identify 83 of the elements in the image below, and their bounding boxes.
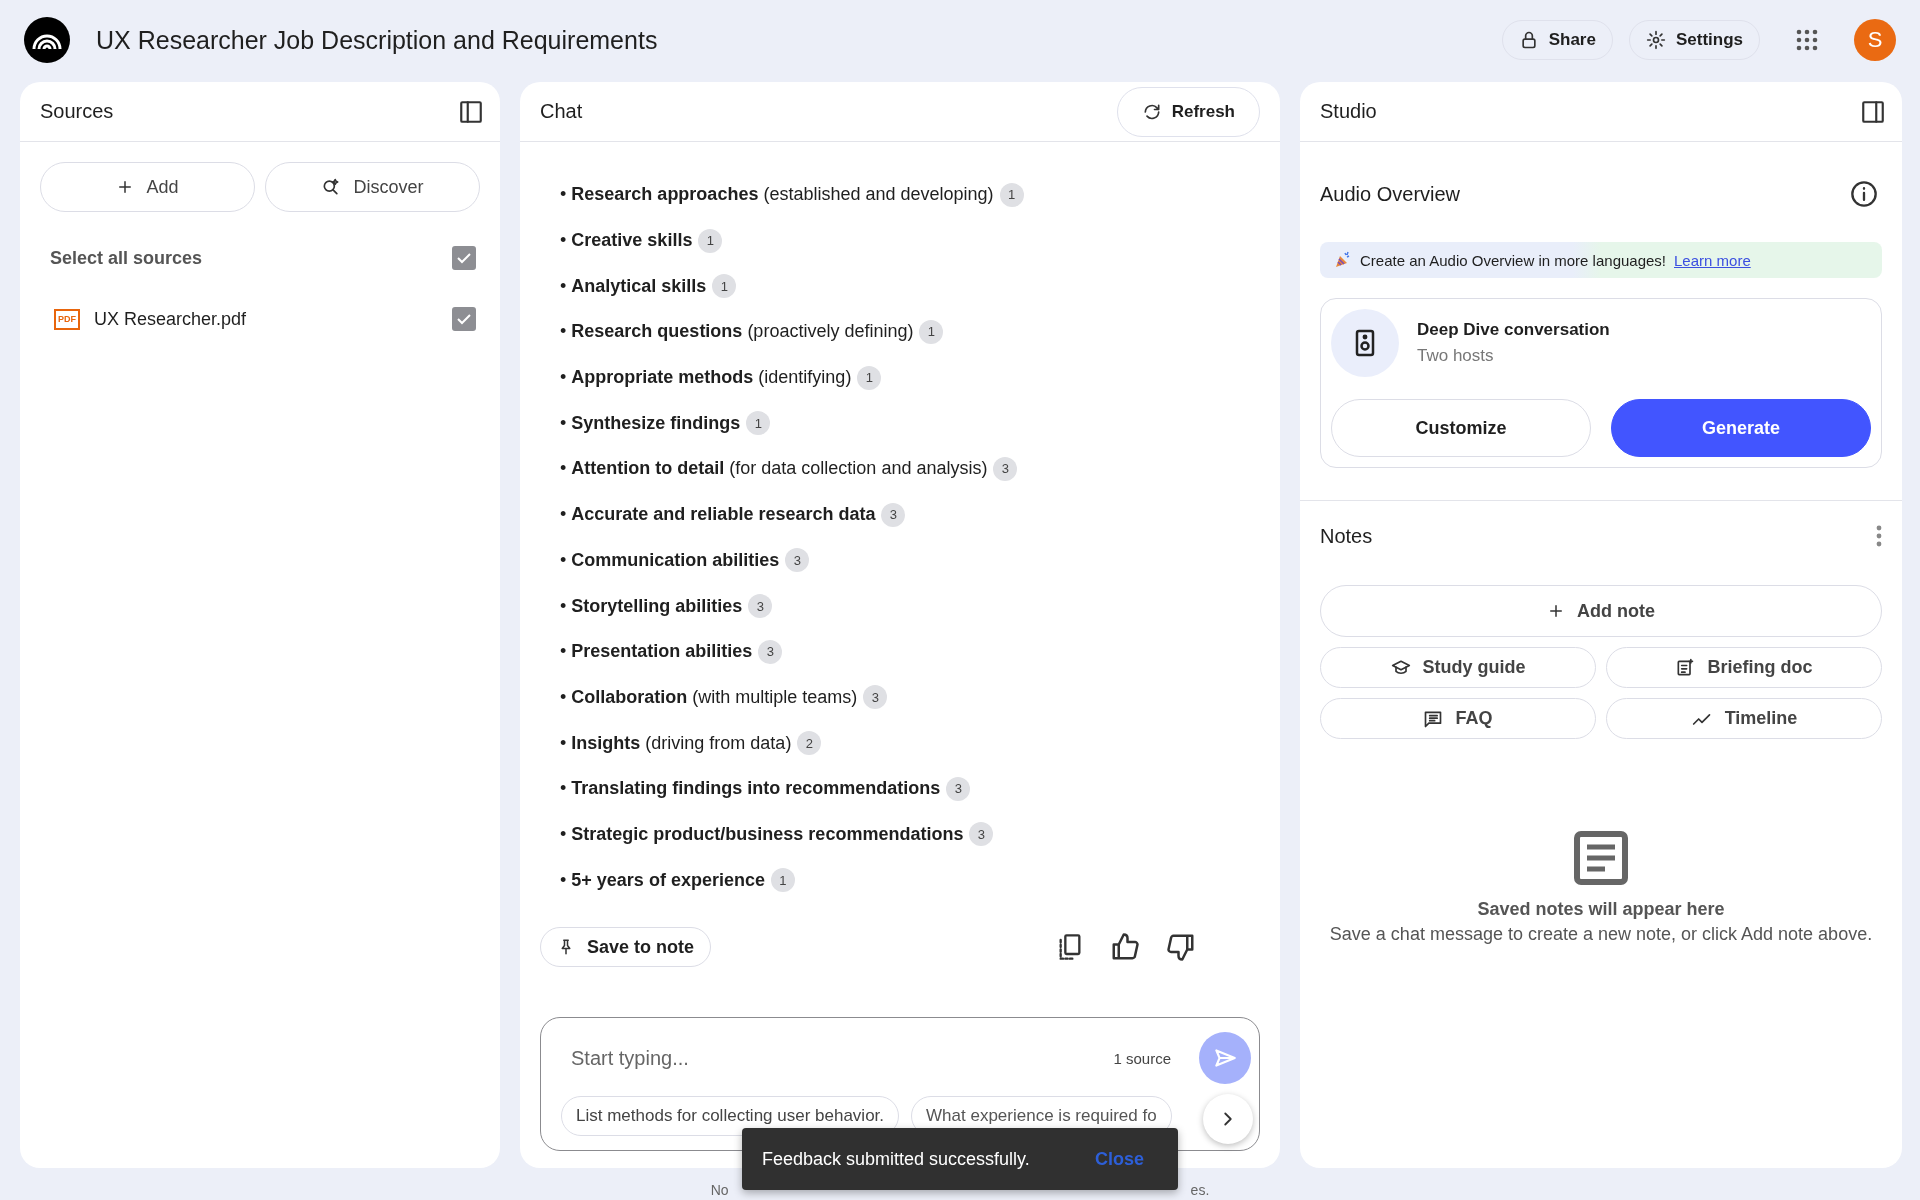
check-icon (456, 311, 472, 327)
citation-badge[interactable]: 1 (919, 319, 944, 344)
add-source-button[interactable]: Add (40, 162, 255, 212)
list-item-text: • Translating findings into recommendations (560, 778, 941, 800)
sidebar-icon (458, 98, 484, 125)
generate-button[interactable]: Generate (1611, 399, 1871, 457)
list-item-text: • Communication abilities (560, 549, 780, 571)
apps-grid-icon[interactable] (1796, 29, 1818, 51)
settings-button[interactable]: Settings (1628, 20, 1760, 60)
list-item-text: • Analytical skills (560, 275, 707, 297)
list-item-text: • Insights (driving from data) (560, 732, 792, 754)
empty-state-title: Saved notes will appear here (1477, 899, 1725, 920)
notebook-title: UX Researcher Job Description and Requirements (96, 25, 659, 55)
thumbs-up-icon (1110, 932, 1140, 962)
save-to-note-button[interactable]: Save to note (540, 927, 712, 967)
citation-badge[interactable]: 1 (857, 365, 882, 390)
list-item-text: • Research approaches (established and developing) (560, 184, 994, 206)
list-item-text: • Presentation abilities (560, 641, 753, 663)
learn-more-link[interactable]: Learn more (1674, 251, 1751, 269)
citation-badge[interactable]: 1 (712, 274, 737, 299)
source-name: UX Researcher.pdf (94, 308, 247, 330)
citation-badge[interactable]: 3 (785, 548, 810, 573)
source-item[interactable]: PDF UX Researcher.pdf (20, 294, 500, 344)
citation-badge[interactable]: 3 (863, 685, 888, 710)
section-title: Audio Overview (1320, 182, 1461, 206)
empty-state-text: Save a chat message to create a new note, or click Add note above. (1329, 924, 1873, 945)
citation-badge[interactable]: 2 (797, 731, 822, 756)
list-item-text: • Collaboration (with multiple teams) (560, 686, 858, 708)
citation-badge[interactable]: 3 (946, 776, 971, 801)
list-item-text: • Storytelling abilities (560, 595, 743, 617)
pdf-icon: PDF (54, 308, 80, 330)
note-icon (1574, 831, 1628, 885)
panel-title: Studio (1320, 100, 1377, 123)
share-button[interactable]: Share (1501, 20, 1613, 60)
suggestion-chip[interactable]: List methods for collecting user behavior. (561, 1096, 900, 1136)
select-all-checkbox[interactable] (452, 246, 476, 270)
citation-badge[interactable]: 3 (748, 594, 773, 619)
source-count: 1 source (1113, 1049, 1171, 1067)
note-type-button[interactable]: Timeline (1606, 698, 1882, 739)
citation-badge[interactable]: 3 (993, 456, 1018, 481)
refresh-button[interactable]: Refresh (1116, 86, 1260, 137)
note-type-button[interactable]: Briefing doc (1606, 647, 1882, 688)
discover-button[interactable]: Discover (265, 162, 480, 212)
list-item-text: • Attention to detail (for data collection and analysis) (560, 458, 988, 480)
disclaimer-text: No (710, 1182, 729, 1198)
info-icon (1850, 180, 1878, 208)
citation-badge[interactable]: 1 (999, 182, 1024, 207)
more-vertical-icon (1876, 525, 1882, 547)
panel-title: Chat (540, 100, 583, 123)
list-item-text: • Creative skills (560, 230, 693, 252)
add-note-button[interactable]: Add note (1320, 585, 1882, 637)
app-logo[interactable] (24, 17, 70, 63)
banner-text: Create an Audio Overview in more languages! (1360, 251, 1666, 269)
document-sparkle-icon (1675, 657, 1696, 678)
settings-icon (1645, 30, 1666, 50)
list-item-text: • Research questions (proactively defining) (560, 321, 914, 343)
note-type-button[interactable]: FAQ (1320, 698, 1596, 739)
list-item-text: • Synthesize findings (560, 412, 741, 434)
panel-title: Sources (40, 100, 114, 123)
toast-message: Feedback submitted successfully. (762, 1148, 1030, 1170)
list-item-text: • Accurate and reliable research data (560, 504, 876, 526)
citation-badge[interactable]: 3 (758, 639, 783, 664)
note-type-button[interactable]: Study guide (1320, 647, 1596, 688)
citation-badge[interactable]: 3 (969, 822, 994, 847)
card-title: Deep Dive conversation (1417, 320, 1610, 340)
plus-icon (1547, 602, 1565, 620)
disclaimer-text: es. (1190, 1182, 1210, 1198)
list-item-text: • 5+ years of experience (560, 869, 765, 891)
citation-badge[interactable]: 3 (881, 502, 906, 527)
check-icon (456, 250, 472, 266)
citation-badge[interactable]: 1 (770, 868, 795, 893)
sidebar-icon (1860, 98, 1886, 125)
select-all-label: Select all sources (50, 247, 203, 269)
source-checkbox[interactable] (452, 307, 476, 331)
party-popper-icon (1334, 251, 1352, 269)
list-item-text: • Strategic product/business recommendations (560, 823, 964, 845)
citation-badge[interactable]: 1 (698, 228, 723, 253)
citation-badge[interactable]: 1 (746, 411, 771, 436)
customize-button[interactable]: Customize (1331, 399, 1591, 457)
section-title: Notes (1320, 524, 1373, 548)
thumbs-down-icon (1166, 932, 1196, 962)
card-subtitle: Two hosts (1417, 346, 1495, 366)
list-item-text: • Appropriate methods (identifying) (560, 367, 852, 389)
